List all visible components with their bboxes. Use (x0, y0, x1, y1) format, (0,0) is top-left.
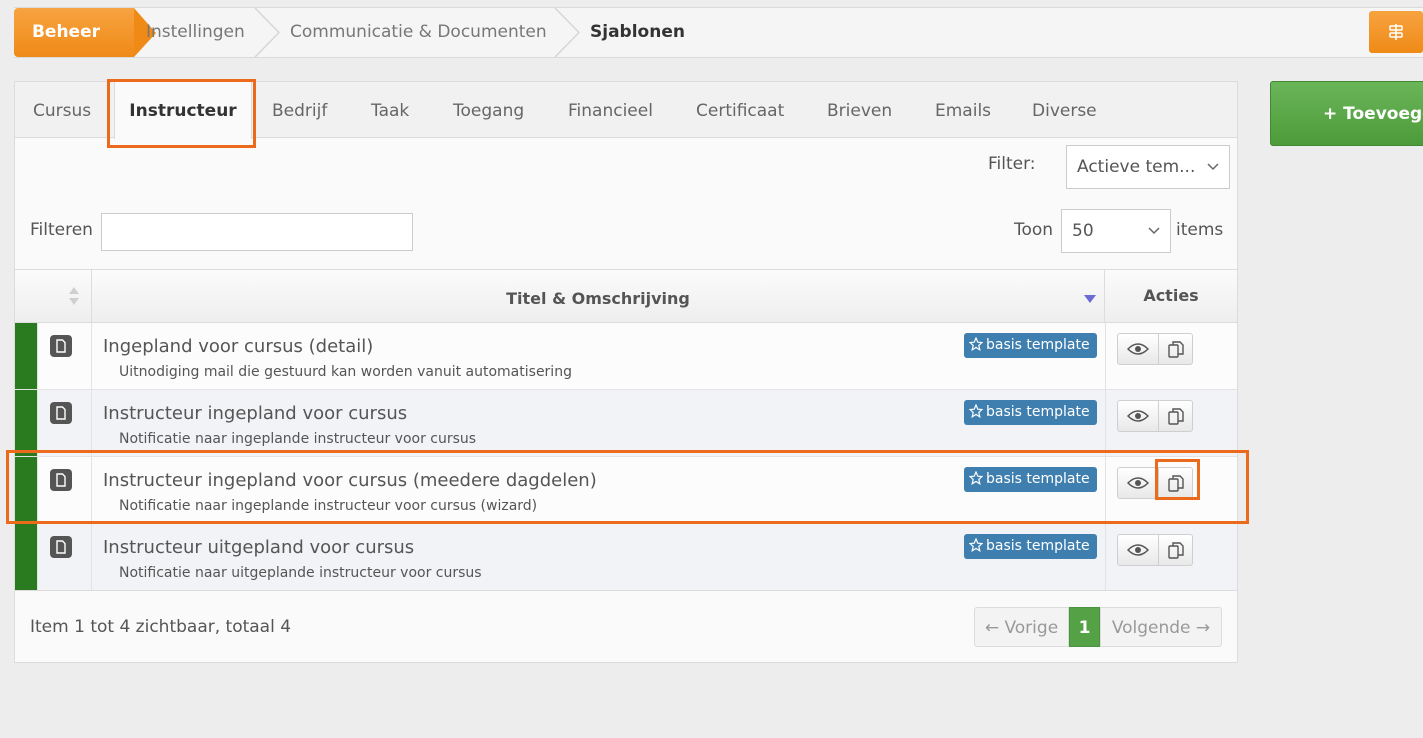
sort-descending-icon (1084, 295, 1096, 303)
table-row: Ingepland voor cursus (detail) Uitnodigi… (15, 323, 1237, 390)
tab-brieven[interactable]: Brieven (827, 82, 892, 138)
breadcrumb: Beheer Instellingen Communicatie & Docum… (14, 7, 1423, 58)
previous-page-button[interactable]: ← Vorige (974, 607, 1069, 647)
highlight-copy-button (1155, 459, 1200, 500)
badge-label: basis template (986, 337, 1090, 353)
menu-button[interactable] (1369, 11, 1423, 53)
row-title[interactable]: Instructeur uitgepland voor cursus (103, 537, 414, 558)
row-title[interactable]: Ingepland voor cursus (detail) (103, 336, 373, 357)
page-size-label: Toon (1014, 220, 1054, 240)
column-header-title[interactable]: Titel & Omschrijving (91, 270, 1105, 322)
copy-button[interactable] (1158, 400, 1193, 432)
tab-toegang[interactable]: Toegang (453, 82, 524, 138)
status-bar (15, 323, 37, 389)
star-icon (968, 336, 984, 352)
document-icon (50, 335, 72, 357)
document-icon (50, 402, 72, 424)
table-row: Instructeur uitgepland voor cursus Notif… (15, 524, 1237, 591)
search-input[interactable] (101, 213, 413, 251)
chevron-down-icon (1148, 227, 1160, 235)
copy-icon (1167, 542, 1184, 559)
badge-label: basis template (986, 404, 1090, 420)
tab-cursus[interactable]: Cursus (33, 82, 91, 138)
badge-label: basis template (986, 538, 1090, 554)
status-bar (15, 524, 37, 590)
document-icon (50, 536, 72, 558)
column-header-actions: Acties (1143, 286, 1199, 305)
view-button[interactable] (1117, 333, 1159, 365)
row-description: Uitnodiging mail die gestuurd kan worden… (119, 364, 572, 380)
page-size-suffix: items (1176, 220, 1224, 240)
tab-bedrijf[interactable]: Bedrijf (272, 82, 327, 138)
pagination-summary: Item 1 tot 4 zichtbaar, totaal 4 (30, 617, 292, 637)
star-icon (968, 403, 984, 419)
breadcrumb-item-beheer[interactable]: Beheer (14, 8, 156, 57)
view-button[interactable] (1117, 400, 1159, 432)
menu-icon (1389, 24, 1403, 40)
filter-select[interactable]: Actieve tem... (1066, 145, 1230, 189)
add-template-button[interactable]: + Toevoegen (1270, 81, 1423, 146)
status-bar (15, 390, 37, 456)
view-button[interactable] (1117, 534, 1159, 566)
eye-icon (1127, 544, 1149, 556)
breadcrumb-item-sjablonen: Sjablonen (590, 22, 685, 42)
tab-certificaat[interactable]: Certificaat (696, 82, 784, 138)
templates-panel: Cursus Instructeur Bedrijf Taak Toegang … (14, 81, 1238, 663)
copy-button[interactable] (1158, 333, 1193, 365)
tab-taak[interactable]: Taak (371, 82, 409, 138)
sort-icon[interactable] (67, 286, 81, 306)
status-badge: basis template (964, 400, 1097, 425)
tab-emails[interactable]: Emails (935, 82, 991, 138)
eye-icon (1127, 410, 1149, 422)
search-label: Filteren (30, 220, 93, 240)
filter-label: Filter: (988, 154, 1036, 174)
next-page-button[interactable]: Volgende → (1100, 607, 1222, 647)
breadcrumb-separator-icon (554, 8, 580, 57)
table-row: Instructeur ingepland voor cursus Notifi… (15, 390, 1237, 457)
copy-button[interactable] (1158, 534, 1193, 566)
highlight-row (6, 450, 1249, 524)
copy-icon (1167, 408, 1184, 425)
highlight-tab-instructeur (107, 79, 256, 148)
table-header: Titel & Omschrijving Acties (15, 269, 1237, 323)
row-title[interactable]: Instructeur ingepland voor cursus (103, 403, 407, 424)
breadcrumb-item-communicatie[interactable]: Communicatie & Documenten (290, 8, 547, 57)
copy-icon (1167, 341, 1184, 358)
page-size-value: 50 (1072, 221, 1094, 241)
star-icon (968, 537, 984, 553)
row-description: Notificatie naar uitgeplande instructeur… (119, 565, 482, 581)
row-description: Notificatie naar ingeplande instructeur … (119, 431, 477, 447)
status-badge: basis template (964, 333, 1097, 358)
eye-icon (1127, 343, 1149, 355)
filter-selected-value: Actieve tem... (1077, 157, 1196, 177)
chevron-down-icon (1207, 163, 1219, 171)
page-1-button[interactable]: 1 (1069, 607, 1100, 647)
tab-financieel[interactable]: Financieel (568, 82, 653, 138)
status-badge: basis template (964, 534, 1097, 559)
page-size-select[interactable]: 50 (1061, 209, 1171, 253)
breadcrumb-item-instellingen[interactable]: Instellingen (146, 8, 245, 57)
breadcrumb-separator-icon (254, 8, 280, 57)
tab-diverse[interactable]: Diverse (1032, 82, 1097, 138)
